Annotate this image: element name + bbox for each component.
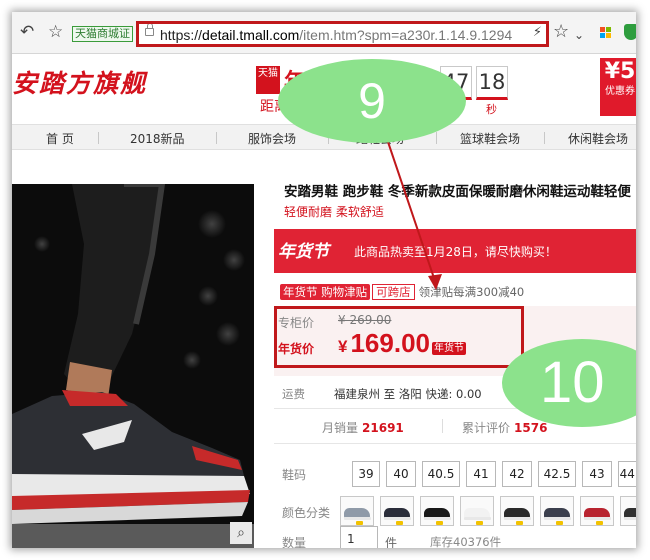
screenshot-frame: ↶ ☆ 天猫商城证 https://detail.tmall.com/item.… xyxy=(12,12,636,548)
callout-9: 9 xyxy=(278,59,466,143)
